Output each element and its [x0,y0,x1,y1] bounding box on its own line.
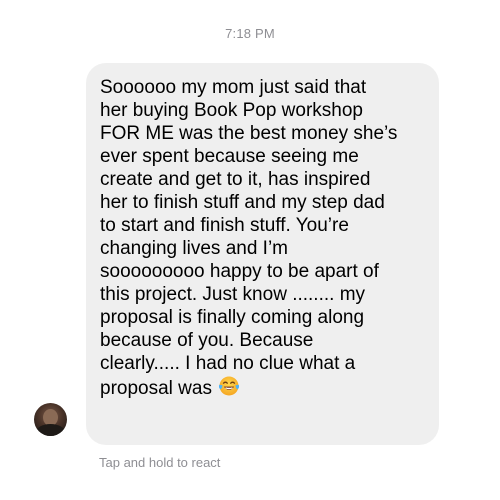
message-line: create and get to it, has inspired [100,169,371,190]
message-timestamp: 7:18 PM [225,26,275,41]
avatar[interactable] [34,403,67,436]
message-line: proposal is finally coming along [100,307,365,328]
message-line: sooooooooo happy to be apart of [100,261,379,282]
message-line: her to finish stuff and my step dad [100,192,385,213]
message-line: because of you. Because [100,330,314,351]
message-line: to start and finish stuff. You’re [100,215,349,236]
react-hint: Tap and hold to react [99,455,221,470]
message-line: her buying Book Pop workshop [100,100,363,121]
message-bubble[interactable]: Soooooo my mom just said that her buying… [86,63,439,445]
message-line-text: proposal was [100,378,212,399]
message-thread: 7:18 PM Soooooo my mom just said that he… [0,0,500,500]
message-line: ever spent because seeing me [100,146,359,167]
face-with-tears-of-joy-icon [218,375,240,403]
message-line: Soooooo my mom just said that [100,77,367,98]
message-line: changing lives and I’m [100,238,288,259]
message-line: clearly..... I had no clue what a [100,353,356,374]
message-line: this project. Just know ........ my [100,284,366,305]
message-line: FOR ME was the best money she’s [100,123,398,144]
avatar-shirt [36,424,65,436]
message-line-last: proposal was [100,375,427,403]
